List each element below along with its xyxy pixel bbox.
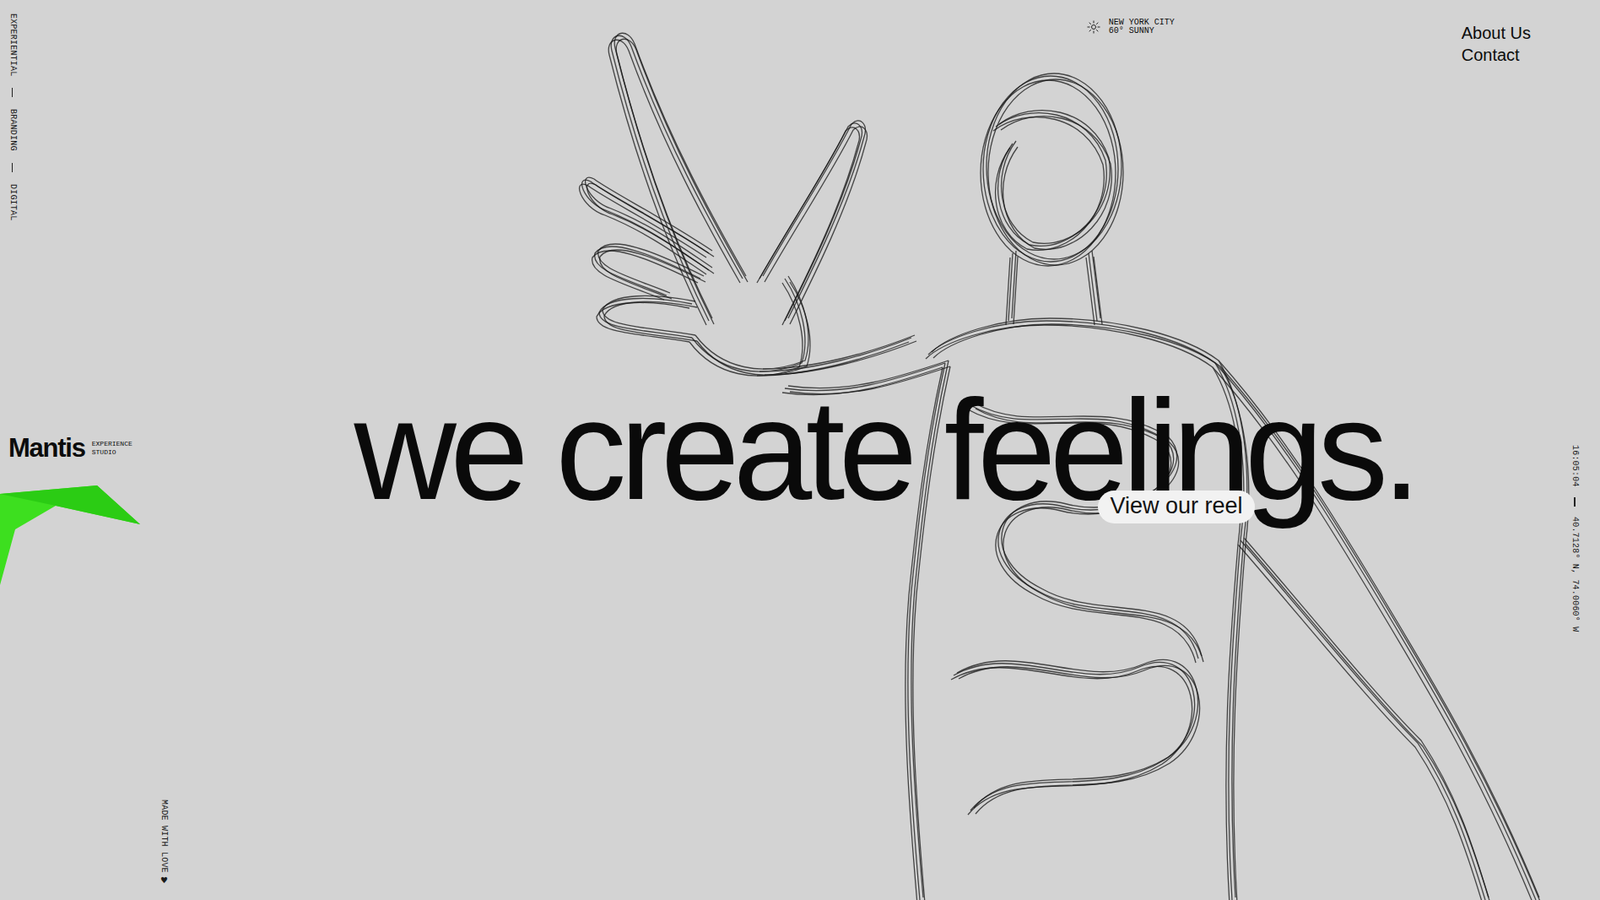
- sun-icon: [1086, 20, 1101, 34]
- status-separator: [1573, 497, 1576, 507]
- right-rail: 16:05:04 40.7128° N, 74.0060° W: [1549, 0, 1600, 900]
- hero: NEW YORK CITY 60° SUNNY About UsContact …: [168, 0, 1550, 900]
- brand: Mantis EXPERIENCESTUDIO: [0, 313, 169, 585]
- main-nav: About UsContact: [1461, 23, 1531, 65]
- headline-area: we create feelings. View our reel: [168, 67, 1550, 900]
- logo-tagline: EXPERIENCESTUDIO: [91, 439, 133, 456]
- status: 16:05:04 40.7128° N, 74.0060° W: [1570, 444, 1580, 632]
- top-bar: NEW YORK CITY 60° SUNNY About UsContact: [168, 0, 1550, 68]
- logo[interactable]: Mantis EXPERIENCESTUDIO: [0, 432, 169, 464]
- view-reel-button[interactable]: View our reel: [1097, 490, 1255, 524]
- service-tags: EXPERIENTIAL BRANDING DIGITAL: [8, 13, 169, 221]
- tag-separator: [11, 87, 13, 98]
- clock: 16:05:04: [1570, 444, 1580, 487]
- nav-link[interactable]: Contact: [1461, 45, 1531, 65]
- service-tag: DIGITAL: [8, 183, 18, 221]
- tag-separator: [11, 162, 13, 173]
- green-shape-icon: [0, 485, 141, 585]
- made-with-love: MADE WITH LOVE ♥: [8, 799, 169, 885]
- service-tag: EXPERIENTIAL: [8, 13, 18, 76]
- page: EXPERIENTIAL BRANDING DIGITAL Mantis EXP…: [0, 0, 1600, 900]
- weather: NEW YORK CITY 60° SUNNY: [1086, 18, 1175, 36]
- logo-name: Mantis: [8, 432, 86, 464]
- left-rail: EXPERIENTIAL BRANDING DIGITAL Mantis EXP…: [0, 0, 169, 900]
- heart-icon: ♥: [8, 875, 169, 885]
- headline: we create feelings.: [353, 378, 1415, 521]
- coordinates: 40.7128° N, 74.0060° W: [1570, 516, 1580, 632]
- weather-city: NEW YORK CITY: [1108, 18, 1175, 28]
- service-tag: BRANDING: [8, 108, 18, 152]
- nav-link[interactable]: About Us: [1461, 23, 1531, 43]
- weather-condition: 60° SUNNY: [1108, 27, 1175, 36]
